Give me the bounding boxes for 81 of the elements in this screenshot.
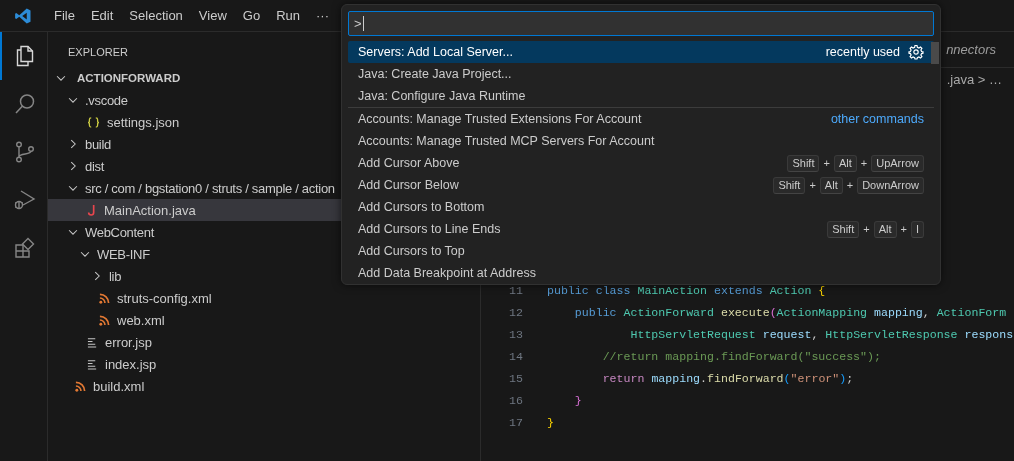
settings-icon[interactable] [908,44,924,60]
plus-sign: + [860,157,868,169]
plus-sign: + [809,179,816,191]
search-icon[interactable] [12,92,37,116]
command-item[interactable]: Add Cursors to Top [358,244,465,258]
folder-name[interactable]: WEB-INF [97,246,150,262]
line-number: 11 [508,283,523,297]
menu-item[interactable]: Run [268,8,308,23]
braces-icon [87,116,100,128]
run-debug-icon[interactable] [12,188,37,212]
file-name[interactable]: struts-config.xml [117,290,212,306]
keybinding-key: DownArrow [857,176,924,194]
project-name[interactable]: ACTIONFORWARD [77,72,181,84]
menu-item[interactable]: ··· [308,8,337,23]
command-item[interactable]: Add Cursor Below [358,178,459,192]
file-name[interactable]: index.jsp [105,356,157,372]
other-commands-link[interactable]: other commands [830,112,924,126]
scrollbar-thumb[interactable] [931,42,939,64]
keybinding-key: UpArrow [871,154,924,172]
keybinding-key: Alt [833,154,857,172]
line-number: 16 [508,393,523,407]
line-number: 12 [508,305,523,319]
menu-item[interactable]: View [190,8,235,23]
command-item[interactable]: Java: Create Java Project... [358,67,512,81]
file-name[interactable]: build.xml [93,378,145,394]
keybinding-key: Alt [819,176,843,194]
code-line: HttpServletRequest request, HttpServletResponse respons [629,327,1014,341]
rss-icon [99,314,110,326]
menu-item[interactable]: Go [234,8,269,23]
command-input[interactable]: > [348,11,934,36]
line-number: 17 [508,415,523,429]
line-number: 13 [508,327,523,341]
file-name[interactable]: web.xml [117,312,165,328]
rss-icon [75,380,86,392]
command-item[interactable]: Java: Configure Java Runtime [358,89,526,103]
explorer-title: EXPLORER [68,46,128,58]
file-name[interactable]: MainAction.java [104,202,196,218]
rss-icon [99,292,110,304]
folder-name[interactable]: src / com / bgstation0 / struts / sample / action [85,180,335,196]
plus-sign: + [863,223,870,235]
code-line: return mapping.findForward("error"); [601,371,854,385]
code-line: } [547,415,554,429]
breadcrumb[interactable]: .java > … [946,71,1002,87]
text-lines-icon [87,358,98,370]
plus-sign: + [900,223,907,235]
keybinding-key: Alt [873,220,897,238]
command-item[interactable]: Accounts: Manage Trusted MCP Servers For Account [358,134,655,148]
menu-item[interactable]: File [46,8,83,23]
folder-name[interactable]: dist [85,158,105,174]
extensions-icon[interactable] [12,236,37,260]
keybinding-key: Shift [787,154,820,172]
folder-name[interactable]: build [85,136,111,152]
command-item[interactable]: Add Cursor Above [358,156,460,170]
code-line: //return mapping.findForward("success"); [601,349,881,363]
keybinding-key: Shift [773,176,806,194]
plus-sign: + [823,157,830,169]
plus-sign: + [846,179,854,191]
text-lines-icon [87,336,98,348]
command-item[interactable]: Add Data Breakpoint at Address [358,266,536,280]
folder-name[interactable]: WebContent [85,224,155,240]
menu-item[interactable]: Edit [82,8,122,23]
line-number: 15 [508,371,523,385]
keybinding-key: Shift [827,220,860,238]
code-line: } [573,393,582,407]
keybinding-key: I [910,220,924,238]
command-item[interactable]: Servers: Add Local Server... [358,45,513,59]
command-item[interactable]: Add Cursors to Line Ends [358,222,501,236]
folder-name[interactable]: lib [109,268,122,284]
recently-used-label: recently used [825,45,900,59]
folder-name[interactable]: .vscode [85,92,128,108]
code-line: public class MainAction extends Action { [547,283,826,297]
file-name[interactable]: error.jsp [105,334,152,350]
menu-item[interactable]: Selection [121,8,191,23]
java-file-icon [87,204,97,216]
code-line: public ActionForward execute(ActionMapping mapping, ActionForm [573,305,1007,319]
command-item[interactable]: Add Cursors to Bottom [358,200,485,214]
editor-tab[interactable]: nnectors [942,42,1014,57]
line-number: 14 [508,349,523,363]
command-item[interactable]: Accounts: Manage Trusted Extensions For Account [358,112,642,126]
logo-icon [14,6,32,25]
file-name[interactable]: settings.json [107,114,180,130]
